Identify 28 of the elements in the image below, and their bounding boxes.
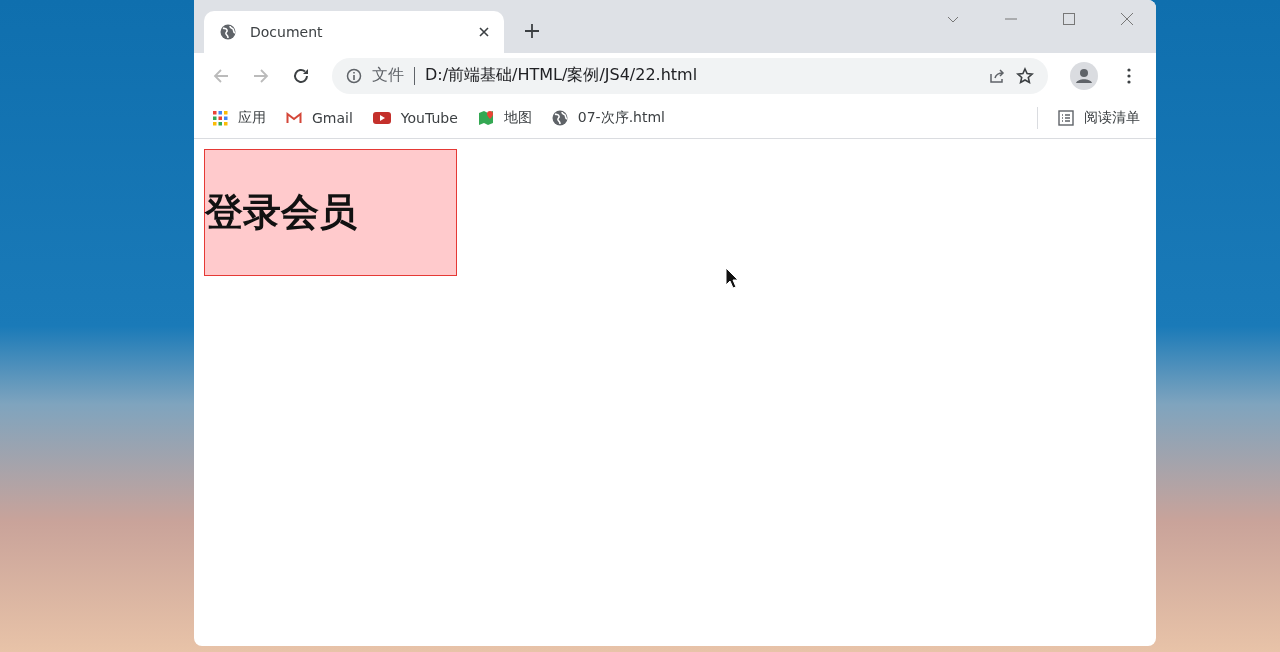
bookmark-item[interactable]: 07-次序.html [551, 109, 665, 127]
url-text: D:/前端基础/HTML/案例/JS4/22.html [425, 65, 698, 86]
bookmark-item[interactable]: YouTube [372, 109, 458, 127]
page-heading: 登录会员 [205, 189, 357, 236]
share-icon[interactable] [988, 66, 1006, 85]
reading-list-button[interactable]: 阅读清单 [1058, 109, 1140, 127]
new-tab-icon[interactable] [524, 23, 540, 39]
bookmark-item[interactable]: 应用 [212, 109, 266, 127]
map-pin-icon [477, 110, 494, 126]
bookmark-item[interactable]: Gmail [286, 110, 353, 126]
video-play-icon [372, 109, 391, 127]
globe-icon [220, 24, 236, 40]
info-icon [346, 67, 362, 84]
close-tab-icon[interactable] [478, 26, 490, 38]
close-window-icon[interactable] [1120, 12, 1134, 26]
maximize-icon[interactable] [1062, 12, 1076, 26]
mail-icon [286, 110, 302, 126]
apps-grid-icon [212, 110, 228, 126]
mouse-cursor-icon [725, 267, 739, 289]
browser-tab[interactable]: Document [204, 11, 504, 53]
reload-icon[interactable] [292, 66, 310, 85]
list-icon [1058, 110, 1074, 126]
profile-avatar-icon[interactable] [1070, 61, 1098, 90]
star-icon[interactable] [1016, 66, 1034, 85]
globe-icon [551, 110, 568, 126]
bookmark-item[interactable]: 地图 [477, 109, 532, 127]
address-bar[interactable]: 文件 D:/前端基础/HTML/案例/JS4/22.html [332, 57, 1048, 94]
scheme-label: 文件 [372, 65, 404, 86]
